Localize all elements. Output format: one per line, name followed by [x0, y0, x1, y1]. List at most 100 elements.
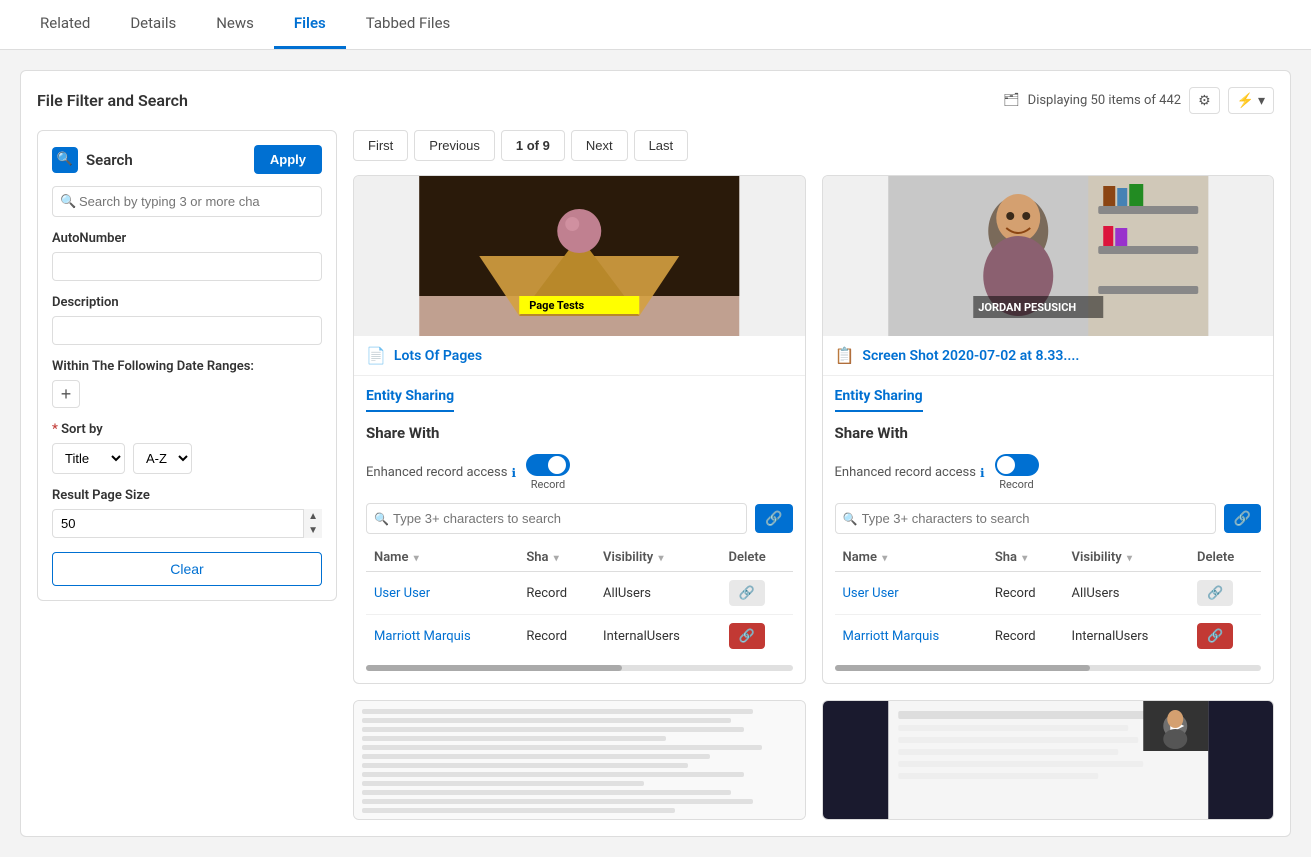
tab-related[interactable]: Related	[20, 0, 110, 49]
col-name-2[interactable]: Name ▾	[835, 544, 987, 572]
add-date-range-button[interactable]: +	[52, 380, 80, 408]
share-table-1: Name ▾ Sha ▾ Visibility ▾ Delete User Us…	[366, 544, 793, 657]
scroll-thumb-1	[366, 665, 622, 671]
link-button-1[interactable]: 🔗	[755, 504, 792, 533]
sort-field-select[interactable]: Title Date Name	[52, 443, 125, 474]
entity-section-title-2: Entity Sharing	[835, 388, 1262, 424]
share-table-2: Name ▾ Sha ▾ Visibility ▾ Delete User Us…	[835, 544, 1262, 657]
link-button-2[interactable]: 🔗	[1224, 504, 1261, 533]
col-name-1[interactable]: Name ▾	[366, 544, 518, 572]
row2-share-1: Record	[518, 615, 595, 658]
toggle-sub-1: Record	[531, 478, 565, 491]
share-search-input-2[interactable]	[835, 503, 1216, 534]
file-thumb-3	[354, 701, 805, 820]
col-visibility-1[interactable]: Visibility ▾	[595, 544, 721, 572]
top-navigation: Related Details News Files Tabbed Files	[0, 0, 1311, 50]
autonumber-label: AutoNumber	[52, 231, 322, 246]
search-header: 🔍 Search Apply	[52, 145, 322, 174]
table-row: User User Record AllUsers 🔗	[835, 572, 1262, 615]
autonumber-input[interactable]	[52, 252, 322, 281]
file-card-3	[353, 700, 806, 820]
share-search-input-1[interactable]	[366, 503, 747, 534]
sort-label: * Sort by	[52, 422, 322, 437]
tab-tabbed-files[interactable]: Tabbed Files	[346, 0, 471, 49]
entity-section-2: Entity Sharing Share With Enhanced recor…	[823, 376, 1274, 683]
sort-direction-select[interactable]: A-Z Z-A	[133, 443, 192, 474]
current-page-indicator: 1 of 9	[501, 130, 565, 161]
page-size-spinners: ▲ ▼	[303, 509, 322, 538]
row2-name-2[interactable]: Marriott Marquis	[843, 629, 940, 644]
info-icon-1[interactable]: ℹ	[511, 466, 516, 480]
row1-share-1: Record	[518, 572, 595, 615]
svg-text:Page Tests: Page Tests	[529, 299, 584, 312]
tab-news[interactable]: News	[196, 0, 274, 49]
page-size-input[interactable]: 50	[52, 509, 322, 538]
row2-vis-1: InternalUsers	[595, 615, 721, 658]
tab-details[interactable]: Details	[110, 0, 196, 49]
row2-share-2: Record	[987, 615, 1064, 658]
row1-name-1[interactable]: User User	[374, 586, 430, 601]
enhanced-toggle-1[interactable]	[526, 454, 570, 476]
main-content: File Filter and Search 🗂 Displaying 50 i…	[0, 50, 1311, 857]
enhanced-toggle-2[interactable]	[995, 454, 1039, 476]
svg-text:JORDAN PESUSICH: JORDAN PESUSICH	[978, 301, 1076, 314]
gear-button[interactable]: ⚙	[1189, 87, 1220, 114]
enhanced-label-1: Enhanced record access ℹ	[366, 465, 516, 480]
filter-card: File Filter and Search 🗂 Displaying 50 i…	[20, 70, 1291, 837]
search-title: 🔍 Search	[52, 147, 133, 173]
row1-vis-2: AllUsers	[1064, 572, 1190, 615]
doc-lines-3	[362, 709, 797, 813]
enhanced-label-2: Enhanced record access ℹ	[835, 465, 985, 480]
share-with-title-2: Share With	[835, 424, 1262, 442]
file-card-4	[822, 700, 1275, 820]
search-label: Search	[86, 151, 133, 169]
apply-button[interactable]: Apply	[254, 145, 322, 174]
search-icon: 🔍	[52, 147, 78, 173]
search-input[interactable]	[52, 186, 322, 217]
col-share-1[interactable]: Sha ▾	[518, 544, 595, 572]
displaying-count: Displaying 50 items of 442	[1028, 93, 1181, 108]
file-icon-2: 📋	[835, 346, 855, 365]
filter-card-title: File Filter and Search	[37, 91, 188, 110]
layout-container: 🔍 Search Apply 🔍 AutoNumber Descri	[37, 130, 1274, 820]
page-size-wrap: 50 ▲ ▼	[52, 509, 322, 538]
next-page-button[interactable]: Next	[571, 130, 628, 161]
file-title-2[interactable]: Screen Shot 2020-07-02 at 8.33....	[862, 348, 1079, 364]
col-share-2[interactable]: Sha ▾	[987, 544, 1064, 572]
delete-btn-row2-2[interactable]: 🔗	[1197, 623, 1233, 649]
share-search-row-1: 🔍 🔗	[366, 503, 793, 534]
row1-share-2: Record	[987, 572, 1064, 615]
file-title-row-2: 📋 Screen Shot 2020-07-02 at 8.33....	[823, 336, 1274, 376]
col-delete-1: Delete	[721, 544, 793, 572]
first-page-button[interactable]: First	[353, 130, 408, 161]
last-page-button[interactable]: Last	[634, 130, 689, 161]
col-visibility-2[interactable]: Visibility ▾	[1064, 544, 1190, 572]
row2-name-1[interactable]: Marriott Marquis	[374, 629, 471, 644]
table-row: Marriott Marquis Record InternalUsers 🔗	[835, 615, 1262, 658]
sort-row: Title Date Name A-Z Z-A	[52, 443, 322, 474]
tab-files[interactable]: Files	[274, 0, 346, 49]
share-search-row-2: 🔍 🔗	[835, 503, 1262, 534]
row1-vis-1: AllUsers	[595, 572, 721, 615]
file-title-1[interactable]: Lots Of Pages	[394, 348, 482, 364]
entity-section-1: Entity Sharing Share With Enhanced recor…	[354, 376, 805, 683]
clear-button[interactable]: Clear	[52, 552, 322, 586]
row1-name-2[interactable]: User User	[843, 586, 899, 601]
page-size-decrement[interactable]: ▼	[304, 524, 322, 539]
page-size-increment[interactable]: ▲	[304, 509, 322, 524]
right-content: First Previous 1 of 9 Next Last	[353, 130, 1274, 820]
table-row: User User Record AllUsers 🔗	[366, 572, 793, 615]
lightning-button[interactable]: ⚡ ▾	[1228, 87, 1274, 114]
share-with-title-1: Share With	[366, 424, 793, 442]
delete-btn-row1-2[interactable]: 🔗	[1197, 580, 1233, 606]
delete-btn-row1-1[interactable]: 🔗	[729, 580, 765, 606]
page-size-label: Result Page Size	[52, 488, 322, 503]
previous-page-button[interactable]: Previous	[414, 130, 495, 161]
info-icon-2[interactable]: ℹ	[980, 466, 985, 480]
table-row: Marriott Marquis Record InternalUsers 🔗	[366, 615, 793, 658]
entity-section-title-1: Entity Sharing	[366, 388, 793, 424]
delete-btn-row2-1[interactable]: 🔗	[729, 623, 765, 649]
scroll-indicator-1	[366, 665, 793, 671]
filter-card-header: File Filter and Search 🗂 Displaying 50 i…	[37, 87, 1274, 114]
description-input[interactable]	[52, 316, 322, 345]
